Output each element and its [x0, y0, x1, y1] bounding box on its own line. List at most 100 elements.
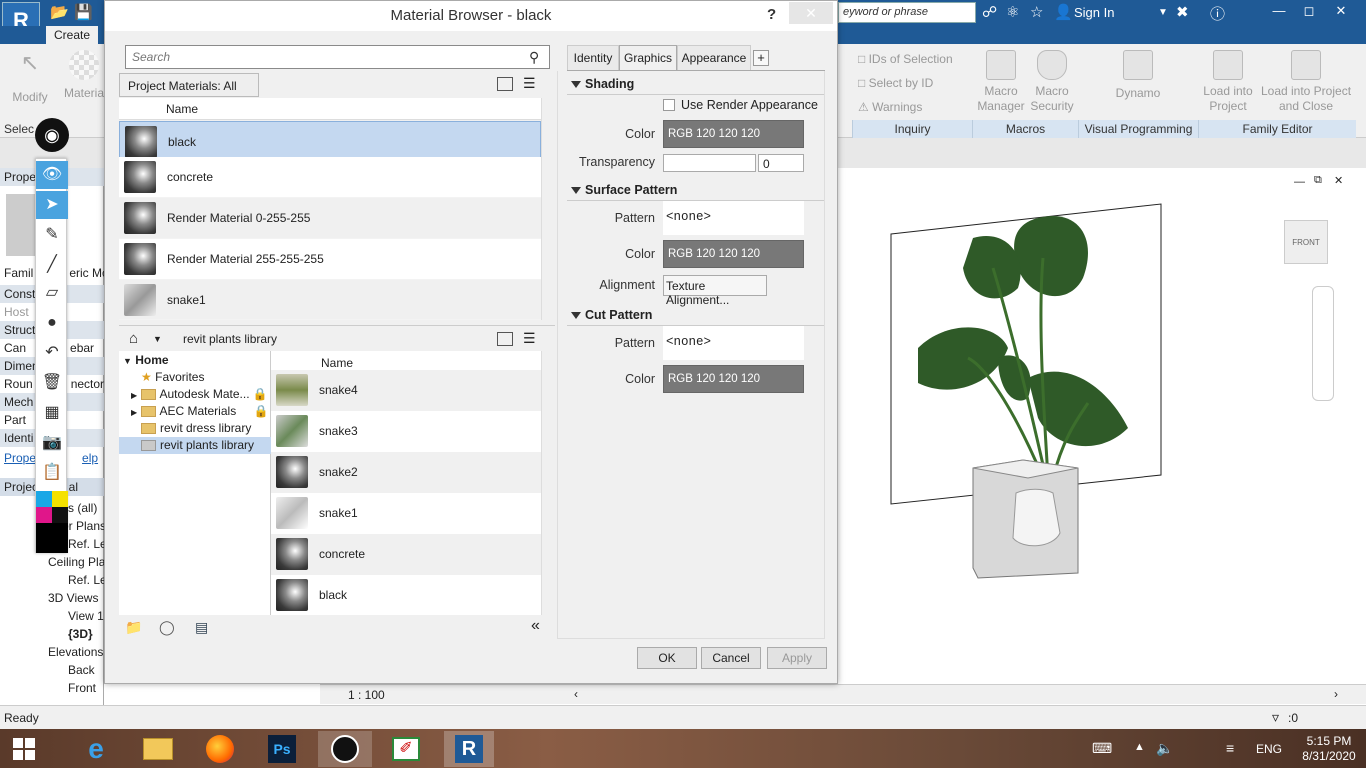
library-breadcrumb[interactable]: revit plants library [183, 332, 277, 346]
volume-icon[interactable]: 🔈 [1156, 740, 1173, 757]
library-row[interactable]: snake1 [271, 493, 541, 534]
filter-icon[interactable]: ▿ [1272, 709, 1279, 726]
load-into-project-and-close-button[interactable]: Load into Project and Close [1256, 50, 1356, 116]
name-column-header[interactable]: Name [321, 356, 353, 370]
dot-icon[interactable]: ● [36, 309, 68, 337]
tab-graphics[interactable]: Graphics [619, 45, 677, 71]
tree-plants-library[interactable]: revit plants library [119, 437, 271, 454]
navigation-bar[interactable] [1312, 286, 1334, 401]
library-row[interactable]: concrete [271, 534, 541, 575]
library-folder-icon[interactable]: 📁 [125, 619, 142, 636]
revit-taskbar-icon[interactable]: R [444, 731, 494, 767]
panel-view-icon[interactable] [497, 77, 513, 91]
viewport-restore-icon[interactable]: ⧉ [1314, 174, 1322, 187]
chevron-down-icon[interactable]: ▼ [153, 334, 162, 344]
tree-favorites[interactable]: ★ Favorites [119, 369, 271, 386]
select-by-id-button[interactable]: □ Select by ID [858, 76, 970, 90]
tab-appearance[interactable]: Appearance [677, 45, 751, 71]
browser-item[interactable]: Front [0, 679, 104, 697]
window-maximize-button[interactable]: ◻ [1294, 0, 1324, 22]
pointer-icon[interactable]: ➤ [36, 191, 68, 219]
home-icon[interactable]: ⌂ [129, 330, 138, 347]
create-material-icon[interactable]: ◯ [159, 619, 175, 636]
warnings-button[interactable]: ⚠ Warnings [858, 100, 970, 114]
user-icon[interactable]: 👤 [1054, 3, 1073, 21]
name-column-header[interactable]: Name [166, 102, 198, 116]
browser-item[interactable]: Ceiling Pla [0, 553, 104, 571]
expand-icon[interactable]: ▶ [131, 391, 137, 400]
firefox-icon[interactable] [198, 731, 242, 767]
save-icon[interactable]: 💾 [74, 3, 93, 21]
browser-item[interactable]: 3D Views [0, 589, 104, 607]
material-row[interactable]: concrete [119, 157, 541, 198]
board-icon[interactable]: ▦ [36, 399, 68, 427]
pointer-app-icon[interactable] [318, 731, 372, 767]
library-row[interactable]: snake4 [271, 370, 541, 411]
dynamo-button[interactable]: Dynamo [1108, 50, 1168, 110]
start-button[interactable] [2, 731, 46, 767]
highlighter-icon[interactable]: ✎ [36, 221, 68, 249]
expand-icon[interactable]: ▼ [123, 356, 132, 366]
favorites-star-icon[interactable]: ☆ [1030, 3, 1043, 21]
material-row[interactable]: snake1 [119, 280, 541, 320]
tree-dress-library[interactable]: revit dress library [119, 420, 271, 437]
clipboard-icon[interactable]: 📋 [36, 459, 68, 487]
undo-icon[interactable]: ↶ [36, 339, 68, 367]
drawing-app-icon[interactable]: ✐ [384, 731, 428, 767]
list-options-icon[interactable]: ☰ [523, 75, 536, 92]
language-indicator[interactable]: ENG [1256, 742, 1282, 756]
window-minimize-button[interactable]: — [1264, 0, 1294, 22]
window-close-button[interactable]: ✕ [1326, 0, 1356, 22]
network-icon[interactable]: ≡ [1226, 740, 1234, 756]
plant-model[interactable] [878, 198, 1178, 588]
add-asset-button[interactable]: + [753, 50, 769, 66]
subscription-icon[interactable]: ⚛ [1006, 3, 1019, 21]
modify-button[interactable]: ↖ Modify [8, 50, 52, 104]
tree-aec-materials[interactable]: ▶ AEC Materials 🔒 [119, 403, 271, 420]
project-materials-filter[interactable]: Project Materials: All ▼ [119, 73, 259, 106]
material-button[interactable]: Materia [62, 50, 106, 102]
keyboard-icon[interactable]: ⌨ [1092, 740, 1112, 757]
camera-icon[interactable]: 📷 [36, 429, 68, 457]
viewport-minimize-icon[interactable]: — [1294, 176, 1305, 188]
scroll-left-icon[interactable]: ‹ [574, 687, 578, 701]
load-into-project-button[interactable]: Load into Project [1200, 50, 1256, 116]
collapse-icon[interactable]: « [531, 617, 540, 635]
project-materials-scrollbar[interactable] [541, 98, 553, 320]
viewport-close-icon[interactable]: ✕ [1334, 174, 1343, 187]
search-icon[interactable]: ⚲ [529, 49, 539, 66]
tray-chevron-icon[interactable]: ▲ [1134, 741, 1145, 753]
search-input[interactable]: Search [125, 45, 550, 69]
ok-button[interactable]: OK [637, 647, 697, 669]
help-search-input[interactable]: eyword or phrase [838, 2, 976, 23]
exchange-icon[interactable]: ✖ [1176, 3, 1189, 21]
browser-item[interactable]: View 1 [0, 607, 104, 625]
internet-explorer-icon[interactable]: e [74, 731, 118, 767]
asset-browser-icon[interactable]: ▤ [195, 619, 208, 636]
browser-item[interactable]: Back [0, 661, 104, 679]
clock[interactable]: 5:15 PM 8/31/2020 [1296, 734, 1362, 764]
close-icon[interactable]: ✕ [789, 2, 833, 24]
library-row[interactable]: snake3 [271, 411, 541, 452]
tab-create[interactable]: Create [46, 26, 98, 44]
pen-icon[interactable]: ╱ [36, 251, 68, 279]
binoculars-icon[interactable]: ☍ [982, 3, 997, 21]
material-row[interactable]: Render Material 0-255-255 [119, 198, 541, 239]
help-icon[interactable]: ⓘ [1210, 3, 1225, 24]
color-palette[interactable] [36, 491, 68, 553]
sign-in-link[interactable]: Sign In [1074, 5, 1114, 20]
apply-button[interactable]: Apply [767, 647, 827, 669]
open-icon[interactable]: 📂 [50, 3, 69, 21]
3d-viewport[interactable]: — ⧉ ✕ FRONT [838, 168, 1366, 683]
panel-view-icon[interactable] [497, 332, 513, 346]
view-scale[interactable]: 1 : 100 [348, 688, 385, 702]
expand-icon[interactable]: ▶ [131, 408, 137, 417]
file-explorer-icon[interactable] [136, 731, 180, 767]
help-button[interactable]: ? [767, 1, 783, 31]
macro-manager-button[interactable]: Macro Manager [976, 50, 1026, 116]
library-row[interactable]: black [271, 575, 541, 615]
macro-security-button[interactable]: Macro Security [1028, 50, 1076, 116]
chevron-down-icon[interactable]: ▼ [1158, 7, 1168, 18]
browser-item[interactable]: Elevations [0, 643, 104, 661]
browser-item[interactable]: {3D} [0, 625, 104, 643]
